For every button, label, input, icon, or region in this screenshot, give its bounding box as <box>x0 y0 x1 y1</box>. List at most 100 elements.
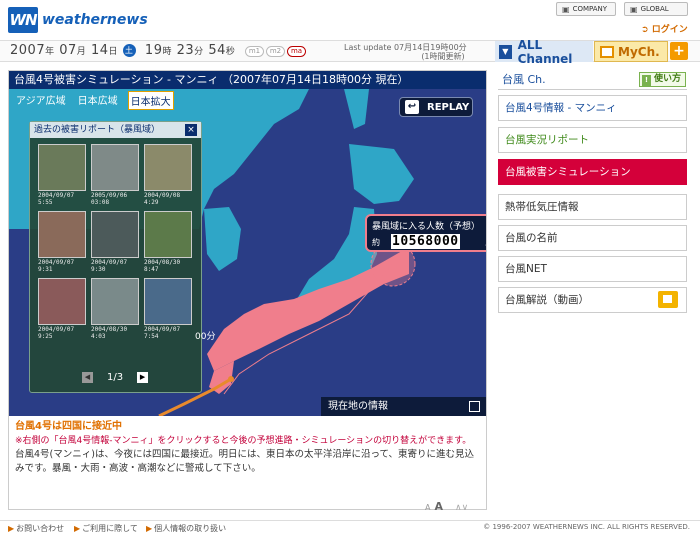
report-thumb[interactable]: 2004/09/08 4:29 <box>144 144 192 206</box>
report-caption: 2005/09/06 03:08 <box>91 192 128 206</box>
report-thumb[interactable]: 2004/09/07 5:55 <box>38 144 86 206</box>
menu-damage-simulation[interactable]: 台風被害シミュレーション <box>498 159 687 185</box>
close-icon[interactable]: × <box>185 124 197 136</box>
menu-typhoon-video[interactable]: 台風解説（動画） <box>498 287 687 313</box>
report-thumb[interactable]: 2004/09/07 7:54 <box>144 278 192 340</box>
affected-people-count: 10568000 <box>391 234 460 249</box>
channel-title: 台風 Ch. <box>502 73 546 86</box>
all-channel-label: ALL Channel <box>517 37 573 66</box>
report-caption: 2004/08/30 4:03 <box>91 326 128 340</box>
tab-japan-wide[interactable]: 日本広域 <box>76 91 120 110</box>
date-bar: 2007年 07月 14日 土 19時 23分 54秒 m1 m2 ma Las… <box>0 38 700 66</box>
report-title: 過去の被害リポート（暴風域） × <box>30 122 201 138</box>
font-size-controls: A A ∧∨ <box>425 500 468 513</box>
last-update: Last update 07月14日19時00分 (1時間更新) <box>344 43 467 61</box>
weathernews-logo[interactable]: WN weathernews <box>8 7 148 33</box>
channel-header: 台風 Ch. ! 使い方 <box>498 70 687 90</box>
global-button[interactable]: ▣ GLOBAL <box>624 2 688 16</box>
page-indicator: 1/3 <box>107 372 124 383</box>
replay-icon: ↩ <box>405 100 419 114</box>
hour: 19 <box>144 43 163 58</box>
prev-page-icon[interactable]: ◀ <box>82 372 93 383</box>
report-caption: 2004/09/07 9:30 <box>91 259 128 273</box>
current-location-button[interactable]: 現在地の情報 <box>321 397 486 416</box>
mode-pill-m1[interactable]: m1 <box>245 46 264 57</box>
region-tabs: アジア広域 日本広域 日本拡大 <box>14 91 174 110</box>
menu-label: 台風被害シミュレーション <box>505 166 631 178</box>
menu-label: 台風実況リポート <box>505 134 589 146</box>
menu-label: 台風解説（動画） <box>505 294 589 306</box>
scroll-arrows-icon[interactable]: ∧∨ <box>455 503 468 513</box>
info-body: 台風4号(マンニィ)は、今夜には四国に最接近。明日には、東日本の太平洋沿岸に沿っ… <box>15 449 475 474</box>
simulation-panel: 台風4号被害シミュレーション - マンニィ （2007年07月14日18時00分… <box>8 70 487 513</box>
login-label: ログイン <box>651 25 688 35</box>
report-caption: 2004/09/07 7:54 <box>144 326 181 340</box>
report-photo <box>144 278 192 325</box>
report-caption: 2004/09/07 5:55 <box>38 192 75 206</box>
menu-typhoon-names[interactable]: 台風の名前 <box>498 225 687 251</box>
footer-link-privacy[interactable]: ▶ 個人情報の取り扱い <box>146 523 226 534</box>
mode-pill-m2[interactable]: m2 <box>266 46 285 57</box>
menu-tropical-depression[interactable]: 熱帯低気圧情報 <box>498 194 687 220</box>
replay-button[interactable]: ↩ REPLAY <box>399 97 473 117</box>
add-channel-button[interactable]: + <box>670 42 688 60</box>
tab-japan-zoom[interactable]: 日本拡大 <box>127 91 174 110</box>
header: WN weathernews ▣ COMPANY ▣ GLOBAL ➲ ログイン <box>0 0 700 40</box>
typhoon-map[interactable]: アジア広域 日本広域 日本拡大 ↩ REPLAY 過去の被害リポート（暴風域） … <box>9 89 486 416</box>
report-thumb[interactable]: 2004/09/07 9:31 <box>38 211 86 273</box>
usage-button[interactable]: ! 使い方 <box>638 72 686 87</box>
all-channel-button[interactable]: ▼ ALL Channel <box>495 38 593 66</box>
report-photo <box>91 211 139 258</box>
report-photo <box>144 211 192 258</box>
video-icon <box>658 291 678 308</box>
report-photo <box>38 278 86 325</box>
second: 54 <box>208 43 226 58</box>
menu-live-report[interactable]: 台風実況リポート <box>498 127 687 153</box>
report-thumb[interactable]: 2004/08/30 4:03 <box>91 278 139 340</box>
next-page-icon[interactable]: ▶ <box>137 372 149 383</box>
year: 2007 <box>10 43 46 58</box>
mych-icon <box>600 45 614 58</box>
current-location-label: 現在地の情報 <box>328 401 388 412</box>
menu-typhoon4-info[interactable]: 台風4号情報 - マンニィ <box>498 95 687 121</box>
footer: ▶ お問い合わせ ▶ ご利用に際して ▶ 個人情報の取り扱い © 1996-2007 … <box>0 520 700 534</box>
login-link[interactable]: ➲ ログイン <box>641 22 688 35</box>
month: 07 <box>59 43 77 58</box>
footer-link-terms[interactable]: ▶ ご利用に際して <box>74 523 138 534</box>
menu-label: 台風4号情報 - マンニィ <box>505 102 617 114</box>
report-thumb[interactable]: 2004/09/07 9:25 <box>38 278 86 340</box>
footer-link-label: 個人情報の取り扱い <box>154 524 227 533</box>
report-photo <box>91 144 139 191</box>
font-large-button[interactable]: A <box>434 500 443 513</box>
report-caption: 2004/08/30 8:47 <box>144 259 181 273</box>
report-thumb[interactable]: 2005/09/06 03:08 <box>91 144 139 206</box>
logo-text: weathernews <box>42 12 148 28</box>
menu-typhoon-net[interactable]: 台風NET <box>498 256 687 282</box>
footer-link-contact[interactable]: ▶ お問い合わせ <box>8 523 64 534</box>
square-icon: ▣ <box>630 4 638 14</box>
second-unit: 秒 <box>225 47 236 57</box>
people-unit: 人 <box>485 237 486 248</box>
affected-people-label: 暴風域に入る人数（予想） <box>372 222 481 232</box>
my-channel-button[interactable]: MyCh. <box>594 41 668 62</box>
report-thumb[interactable]: 2004/08/30 8:47 <box>144 211 192 273</box>
report-photo <box>91 278 139 325</box>
approx-label: 約 <box>372 238 380 247</box>
footer-link-label: お問い合わせ <box>16 524 65 533</box>
font-small-button[interactable]: A <box>425 503 430 512</box>
tab-asia[interactable]: アジア広域 <box>14 91 68 110</box>
report-title-text: 過去の被害リポート（暴風域） <box>34 125 161 135</box>
info-icon: ! <box>641 75 651 86</box>
company-button[interactable]: ▣ COMPANY <box>556 2 616 16</box>
typhoon-info: 台風4号は四国に接近中 ※右側の「台風4号情報-マンニィ」をクリックすると今後の… <box>9 416 486 496</box>
bullet-icon: ▶ <box>74 524 81 533</box>
damage-report-popup: 過去の被害リポート（暴風域） × 2004/09/07 5:55 2005/09… <box>29 121 202 393</box>
simulation-title: 台風4号被害シミュレーション - マンニィ （2007年07月14日18時00分… <box>9 71 486 89</box>
replay-label: REPLAY <box>427 101 470 113</box>
report-photo <box>144 144 192 191</box>
report-thumb[interactable]: 2004/09/07 9:30 <box>91 211 139 273</box>
report-photo <box>38 211 86 258</box>
report-thumbnails: 2004/09/07 5:55 2005/09/06 03:08 2004/09… <box>38 144 198 340</box>
mode-pill-ma[interactable]: ma <box>287 46 306 57</box>
hour-unit: 時 <box>162 47 172 57</box>
